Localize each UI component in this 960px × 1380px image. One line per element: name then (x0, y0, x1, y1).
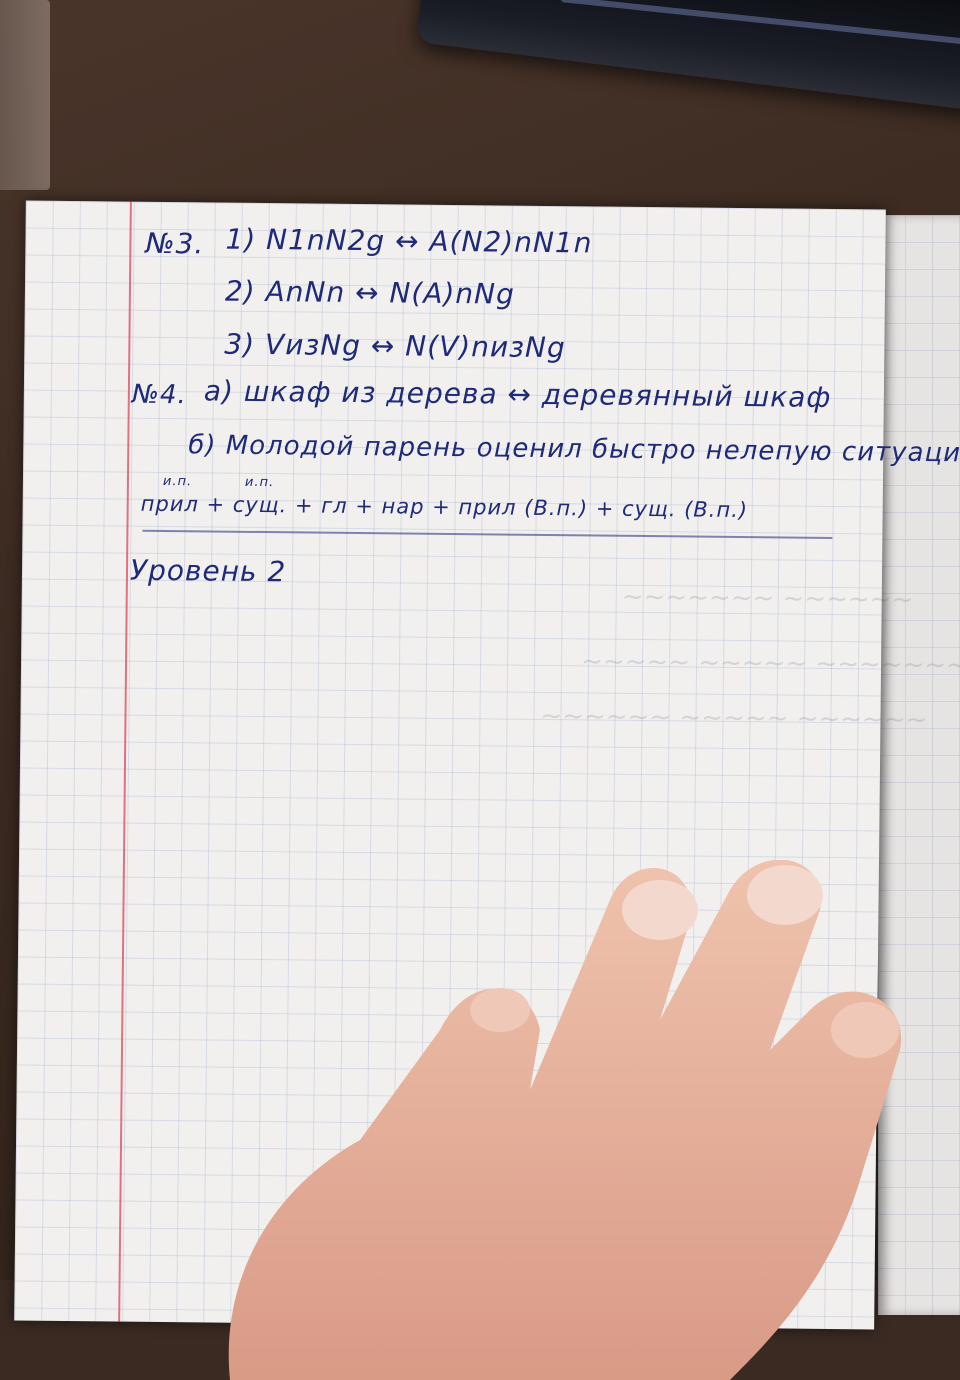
case-annotation-1: и.п. (162, 473, 193, 490)
hand (228, 860, 902, 1380)
task-3-line-1: 1) N1nN2g ↔ A(N2)nN1n (225, 222, 593, 260)
task-3-line-3: 3) VизNg ↔ N(V)nизNg (224, 327, 566, 365)
case-annotation-2: и.п. (244, 474, 275, 491)
task-3-line-2: 2) AnNn ↔ N(A)nNg (224, 274, 516, 311)
task-4-line-a: а) шкаф из дерева ↔ деревянный шкаф (203, 374, 832, 414)
fingernail (747, 865, 823, 925)
task-4-number: №4. (131, 379, 187, 411)
separator-line (142, 529, 833, 539)
task-4-formula: прил + сущ. + гл + нар + прил (В.п.) + с… (140, 491, 749, 523)
margin-line (118, 201, 132, 1322)
level-heading: Уровень 2 (129, 553, 287, 589)
packet-corner (0, 0, 50, 190)
task-3-number: №3. (145, 226, 205, 261)
show-through-text-3: ~~~~~~ ~~~~~ ~~~~~~ (540, 700, 928, 735)
task-4-line-b: б) Молодой парень оценил быстро нелепую … (188, 430, 960, 469)
fingernail (622, 880, 698, 940)
show-through-text-1: ~~~~~~ ~~~~~~~ (621, 581, 914, 615)
fingernail (831, 1002, 899, 1058)
fingernail (470, 988, 530, 1032)
show-through-text-2: ~~~~~~~~ ~~~~~ ~~~~~ (580, 646, 960, 681)
